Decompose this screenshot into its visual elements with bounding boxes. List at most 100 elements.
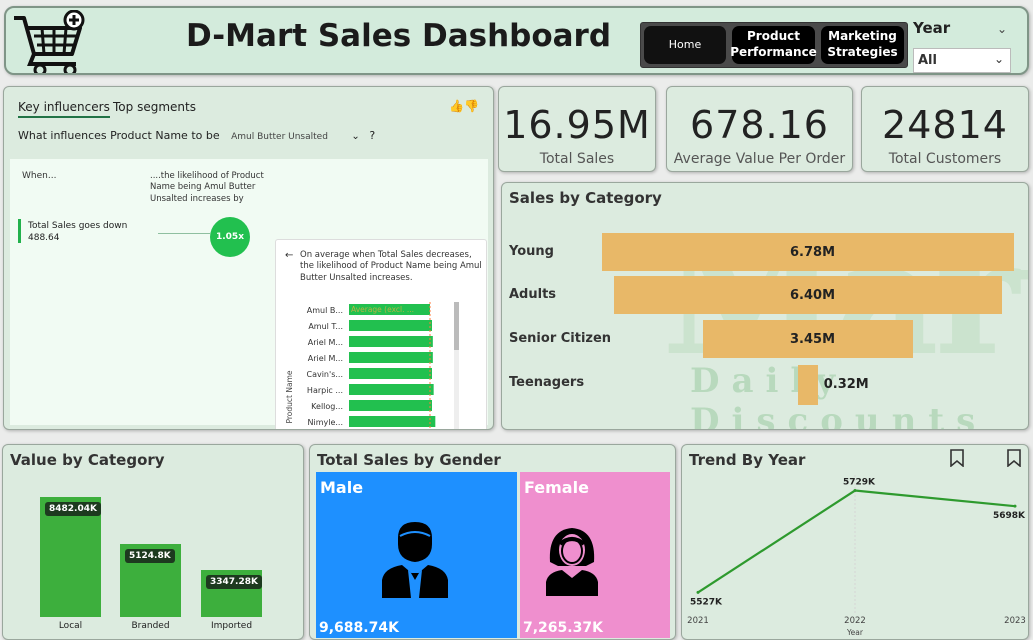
value-data-label: 5124.8K <box>125 549 175 564</box>
mini-scrollbar-thumb[interactable] <box>454 302 459 350</box>
trend-series-line[interactable] <box>697 489 1016 594</box>
trend-by-year-chart: Trend By Year 5527K 2021 5729K 2022 5698K 202… <box>681 444 1029 640</box>
shopping-cart-icon <box>14 10 85 73</box>
chevron-down-icon[interactable]: ⌄ <box>351 131 359 142</box>
marketing-strategies-button[interactable]: Marketing Strategies <box>821 26 904 64</box>
trend-point[interactable] <box>1013 504 1017 508</box>
mini-product-label: Amul B... <box>307 306 343 315</box>
year-selected-value: All <box>918 53 937 68</box>
trend-x-tick: 2022 <box>844 616 866 626</box>
value-category-label: Local <box>58 621 83 631</box>
chevron-down-icon[interactable]: ⌄ <box>997 22 1007 36</box>
influencer-question: What influences Product Name to be Amul … <box>18 129 375 142</box>
trend-data-label: 5729K <box>843 478 876 488</box>
mini-bar[interactable] <box>349 400 432 411</box>
product-performance-button[interactable]: Product Performance <box>730 26 817 64</box>
kpi-total-customers: 24814 Total Customers <box>861 86 1029 172</box>
mini-product-label: Ariel M... <box>308 338 343 347</box>
category-label: Young <box>509 244 554 259</box>
dmart-logo-tagline: Daily Discounts <box>690 361 988 430</box>
category-label: Teenagers <box>509 375 585 390</box>
value-by-category-chart: Value by Category 8482.04K Local 5124.8K Br… <box>2 444 304 640</box>
trend-line-plot: 5527K 2021 5729K 2022 5698K 2023 Year <box>687 475 1026 637</box>
year-dropdown[interactable]: All ⌄ <box>913 48 1011 73</box>
when-label: When... <box>22 171 57 181</box>
female-label: Female <box>524 478 589 497</box>
category-value: 3.45M <box>790 332 836 347</box>
mini-bar[interactable] <box>349 368 432 379</box>
female-value: 7,265.37K <box>523 620 603 636</box>
influencer-item[interactable]: Total Sales goes down 488.64 <box>28 221 127 244</box>
tab-top-segments[interactable]: Top segments <box>113 100 196 114</box>
kpi-average-value-per-order: 678.16 Average Value Per Order <box>666 86 853 172</box>
mini-product-label: Ariel M... <box>308 354 343 363</box>
help-icon[interactable]: ? <box>369 129 375 142</box>
sales-by-gender-visual: Total Sales by Gender Male 9,688.74K Fem… <box>309 444 676 640</box>
mini-bar[interactable] <box>349 416 436 427</box>
category-value: 6.40M <box>790 288 836 303</box>
kpi-label: Total Customers <box>888 151 1002 167</box>
mini-bar[interactable] <box>349 336 433 347</box>
mini-bar[interactable] <box>349 320 432 331</box>
back-arrow-icon[interactable]: ← <box>285 250 293 261</box>
trend-x-tick: 2023 <box>1004 616 1026 626</box>
mini-product-label: Harpic ... <box>307 386 343 395</box>
female-tile[interactable]: Female 7,265.37K <box>520 472 670 638</box>
kpi-label: Average Value Per Order <box>673 151 846 167</box>
chevron-down-icon: ⌄ <box>993 52 1004 66</box>
chart-title: Total Sales by Gender <box>317 451 501 469</box>
kpi-label: Total Sales <box>539 151 615 167</box>
influencer-panel: When... ....the likelihood of Product Na… <box>10 159 488 429</box>
category-label: Senior Citizen <box>509 331 612 346</box>
key-influencers-visual: Key influencers Top segments 👍👎 What inf… <box>3 86 494 430</box>
chart-title: Sales by Category <box>509 189 662 207</box>
trend-point[interactable] <box>853 489 857 493</box>
tab-key-influencers[interactable]: Key influencers <box>18 100 110 118</box>
trend-x-title: Year <box>846 628 864 637</box>
thumbs-feedback-icon[interactable]: 👍👎 <box>449 99 479 113</box>
mini-product-label: Nimyle... <box>307 418 343 427</box>
kpi-value: 16.95M <box>503 103 651 147</box>
influencer-selected-marker <box>18 219 21 243</box>
male-tile[interactable]: Male 9,688.74K <box>316 472 517 638</box>
kpi-value: 24814 <box>882 103 1008 147</box>
category-bar[interactable] <box>798 365 818 405</box>
influencer-detail-panel: ← On average when Total Sales decreases,… <box>275 239 487 429</box>
page-title: D-Mart Sales Dashboard <box>186 18 612 54</box>
mini-product-label: Cavin's... <box>306 370 343 379</box>
male-value: 9,688.74K <box>319 620 399 636</box>
trend-data-label: 5527K <box>690 597 723 607</box>
kpi-total-sales: 16.95M Total Sales <box>498 86 656 172</box>
question-text: What influences Product Name to be <box>18 129 220 142</box>
category-value: 6.78M <box>790 245 836 260</box>
connector-line <box>158 233 210 234</box>
trend-point[interactable] <box>696 590 700 594</box>
value-category-label: Branded <box>131 621 170 631</box>
detail-text: On average when Total Sales decreases, t… <box>300 250 482 283</box>
mini-product-label: Amul T... <box>308 322 343 331</box>
female-person-icon <box>546 528 598 596</box>
male-label: Male <box>320 478 364 497</box>
trend-x-tick: 2021 <box>687 616 709 626</box>
trend-data-label: 5698K <box>993 511 1026 521</box>
mini-average-label: Average (excl. ... <box>351 305 414 314</box>
mini-bar[interactable] <box>349 352 433 363</box>
average-sales-mini-chart: Product Name Amul B... Amul T... Ariel M...… <box>285 302 459 429</box>
influencer-label: Total Sales goes down <box>28 221 128 231</box>
value-category-label: Imported <box>210 621 253 631</box>
kpi-value: 678.16 <box>690 103 829 147</box>
nav-button-group: Home Product Performance Marketing Strat… <box>640 22 908 68</box>
influencer-value: 488.64 <box>28 232 60 243</box>
factor-bubble: 1.05x <box>210 217 250 257</box>
category-label: Adults <box>509 287 557 302</box>
sales-by-category-chart: Mart Daily Discounts Sales by Category Y… <box>501 182 1029 430</box>
year-filter-label: Year <box>913 19 951 37</box>
mini-product-label: Kellog... <box>311 402 343 411</box>
header-bar: D-Mart Sales Dashboard Home Product Perf… <box>4 6 1029 75</box>
home-button[interactable]: Home <box>644 26 726 64</box>
male-person-icon <box>382 522 448 598</box>
likelihood-label: ....the likelihood of Product Name being… <box>150 171 264 204</box>
value-data-label: 3347.28K <box>206 574 262 589</box>
product-dropdown[interactable]: Amul Butter Unsalted <box>231 132 328 142</box>
mini-bar[interactable] <box>349 384 434 395</box>
